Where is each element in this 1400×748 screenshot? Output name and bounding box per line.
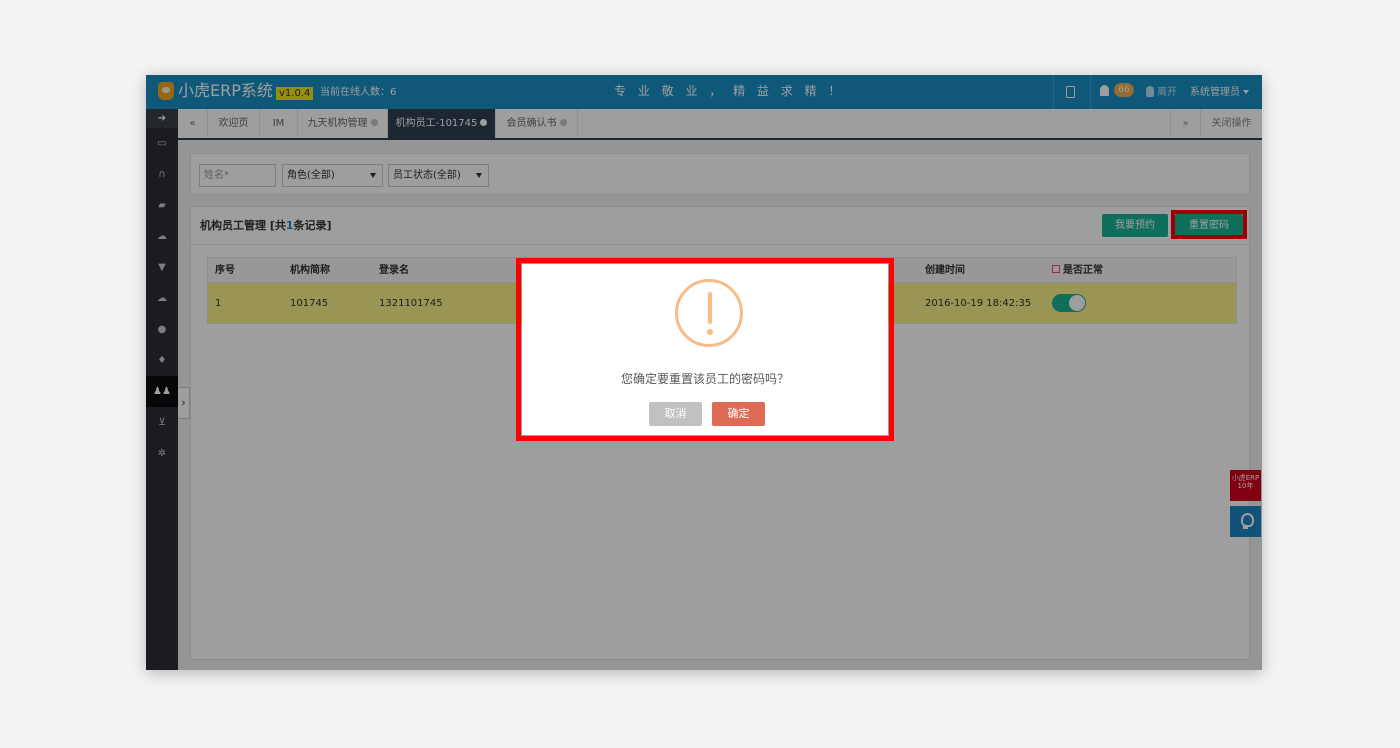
app-window: 小虎ERP系统 v1.0.4 当前在线人数：6 专 业 敬 业 ， 精 益 求 … <box>146 75 1262 670</box>
annotation-highlight <box>516 258 894 441</box>
